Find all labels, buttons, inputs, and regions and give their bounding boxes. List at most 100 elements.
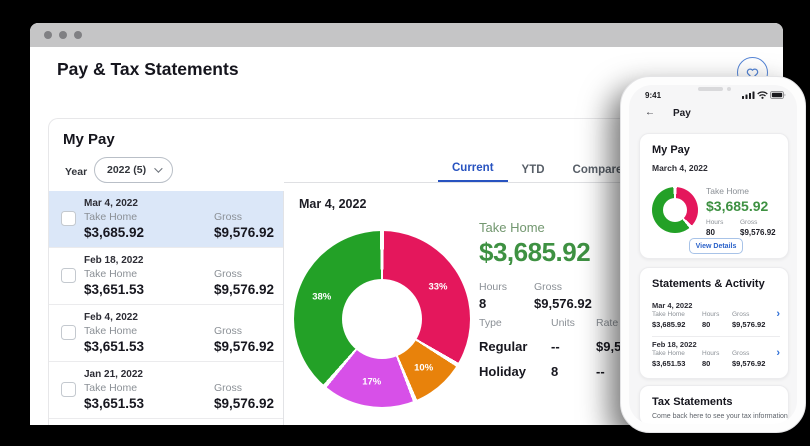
gross-value: $9,576.92 [740,228,776,237]
take-home-label: Take Home [84,325,144,337]
cell-units: 8 [551,364,596,379]
gross-label: Gross [214,325,274,337]
statement-date: Feb 4, 2022 [84,312,138,323]
phone-statements-card: Statements & Activity Mar 4, 2022 Take H… [639,267,789,379]
take-home-label: Take Home [652,350,702,357]
cell-type: Regular [479,339,551,354]
col-header-type: Type [479,317,551,329]
cell-type: Holiday [479,364,551,379]
detail-date: Mar 4, 2022 [299,197,366,211]
statement-checkbox[interactable] [61,268,76,283]
phone-screen: 9:41 ← Pay [629,85,797,424]
card-title: Statements & Activity [652,278,765,290]
gross-value: $9,576.92 [534,296,592,311]
take-home-label: Take Home [479,220,592,235]
gross-label: Gross [214,382,274,394]
hours-value: 80 [706,228,740,237]
pay-breakdown-donut-chart: 33%10%17%38% [294,231,470,407]
back-button[interactable]: ← [645,107,655,118]
battery-icon [770,91,786,99]
year-label: Year [65,166,87,178]
gross-label: Gross [534,281,592,293]
panel-title: My Pay [63,131,115,148]
gross-label: Gross [732,311,780,318]
col-header-units: Units [551,317,596,329]
nav-title: Pay [673,108,691,119]
gross-label: Gross [214,211,274,223]
hours-value: 80 [702,359,732,368]
statement-row[interactable]: Feb 4, 2022 Take Home $3,651.53 Gross $9… [49,305,283,362]
card-title: My Pay [652,144,690,156]
donut-slice-label: 10% [414,362,433,373]
gross-label: Gross [732,350,780,357]
status-time: 9:41 [645,91,661,100]
take-home-amount: $3,651.53 [84,396,144,411]
phone-statement-row[interactable]: Mar 4, 2022 Take Home $3,685.92 Hours 80 [652,298,780,336]
hours-label: Hours [479,281,534,293]
take-home-amount: $3,651.53 [84,339,144,354]
statement-checkbox[interactable] [61,382,76,397]
gross-amount: $9,576.92 [214,225,274,240]
page-title: Pay & Tax Statements [57,59,239,80]
statement-date: Mar 4, 2022 [84,198,138,209]
statement-row[interactable]: Feb 18, 2022 Take Home $3,651.53 Gross $… [49,248,283,305]
take-home-label: Take Home [84,382,144,394]
mini-donut-chart [652,187,698,233]
hours-label: Hours [702,311,732,318]
phone-mockup: 9:41 ← Pay [620,76,806,433]
take-home-label: Take Home [652,311,702,318]
statement-date: Feb 18, 2022 [84,255,143,266]
statement-row[interactable]: Jan 21, 2022 Take Home $3,651.53 Gross $… [49,362,283,419]
gross-label: Gross [214,268,274,280]
hours-label: Hours [702,350,732,357]
row-date: Mar 4, 2022 [652,301,692,310]
gross-amount: $9,576.92 [214,396,274,411]
statement-row[interactable]: Mar 4, 2022 Take Home $3,685.92 Gross $9… [49,191,283,248]
take-home-amount: $3,651.53 [84,282,144,297]
statement-checkbox[interactable] [61,325,76,340]
gross-value: $9,576.92 [732,359,780,368]
card-date: March 4, 2022 [652,163,708,173]
cell-units: -- [551,339,596,354]
chevron-down-icon [154,164,162,172]
camera-dot [727,87,731,91]
gross-label: Gross [740,219,776,226]
hours-value: 8 [479,296,534,311]
statement-list: Mar 4, 2022 Take Home $3,685.92 Gross $9… [49,191,284,425]
view-details-button[interactable]: View Details [689,238,743,254]
take-home-amount: $3,685.92 [706,198,776,214]
year-dropdown[interactable]: 2022 (5) [94,157,173,183]
window-control-dot[interactable] [59,31,67,39]
phone-my-pay-card: My Pay March 4, 2022 Take Home $3,685.92… [639,133,789,259]
take-home-label: Take Home [706,186,776,196]
take-home-amount: $3,685.92 [652,320,702,329]
gross-amount: $9,576.92 [214,339,274,354]
donut-slice-label: 33% [428,282,447,293]
gross-value: $9,576.92 [732,320,780,329]
chevron-right-icon: › [776,308,780,320]
speaker-grill [698,87,723,91]
gross-amount: $9,576.92 [214,282,274,297]
row-date: Feb 18, 2022 [652,340,697,349]
window-control-dot[interactable] [44,31,52,39]
take-home-label: Take Home [84,211,144,223]
take-home-amount: $3,685.92 [479,237,592,268]
statement-date: Jan 21, 2022 [84,369,143,380]
window-titlebar [30,23,783,47]
statement-row[interactable]: Jan 7, 2022 [49,419,283,425]
hours-value: 80 [702,320,732,329]
card-title: Tax Statements [652,396,733,408]
wifi-icon [757,91,768,99]
phone-tax-card: Tax Statements Come back here to see you… [639,385,789,424]
window-control-dot[interactable] [74,31,82,39]
signal-icon [742,91,755,99]
stage: Pay & Tax Statements My Pay Year 2022 (5… [0,0,810,446]
take-home-amount: $3,651.53 [652,359,702,368]
take-home-label: Take Home [84,268,144,280]
statement-checkbox[interactable] [61,211,76,226]
hours-label: Hours [706,219,740,226]
phone-statement-row[interactable]: Feb 18, 2022 Take Home $3,651.53 Hours 8… [652,336,780,374]
tax-subtitle: Come back here to see your tax informati… [652,413,788,420]
donut-slice-label: 17% [362,377,381,388]
year-dropdown-value: 2022 (5) [107,164,146,176]
